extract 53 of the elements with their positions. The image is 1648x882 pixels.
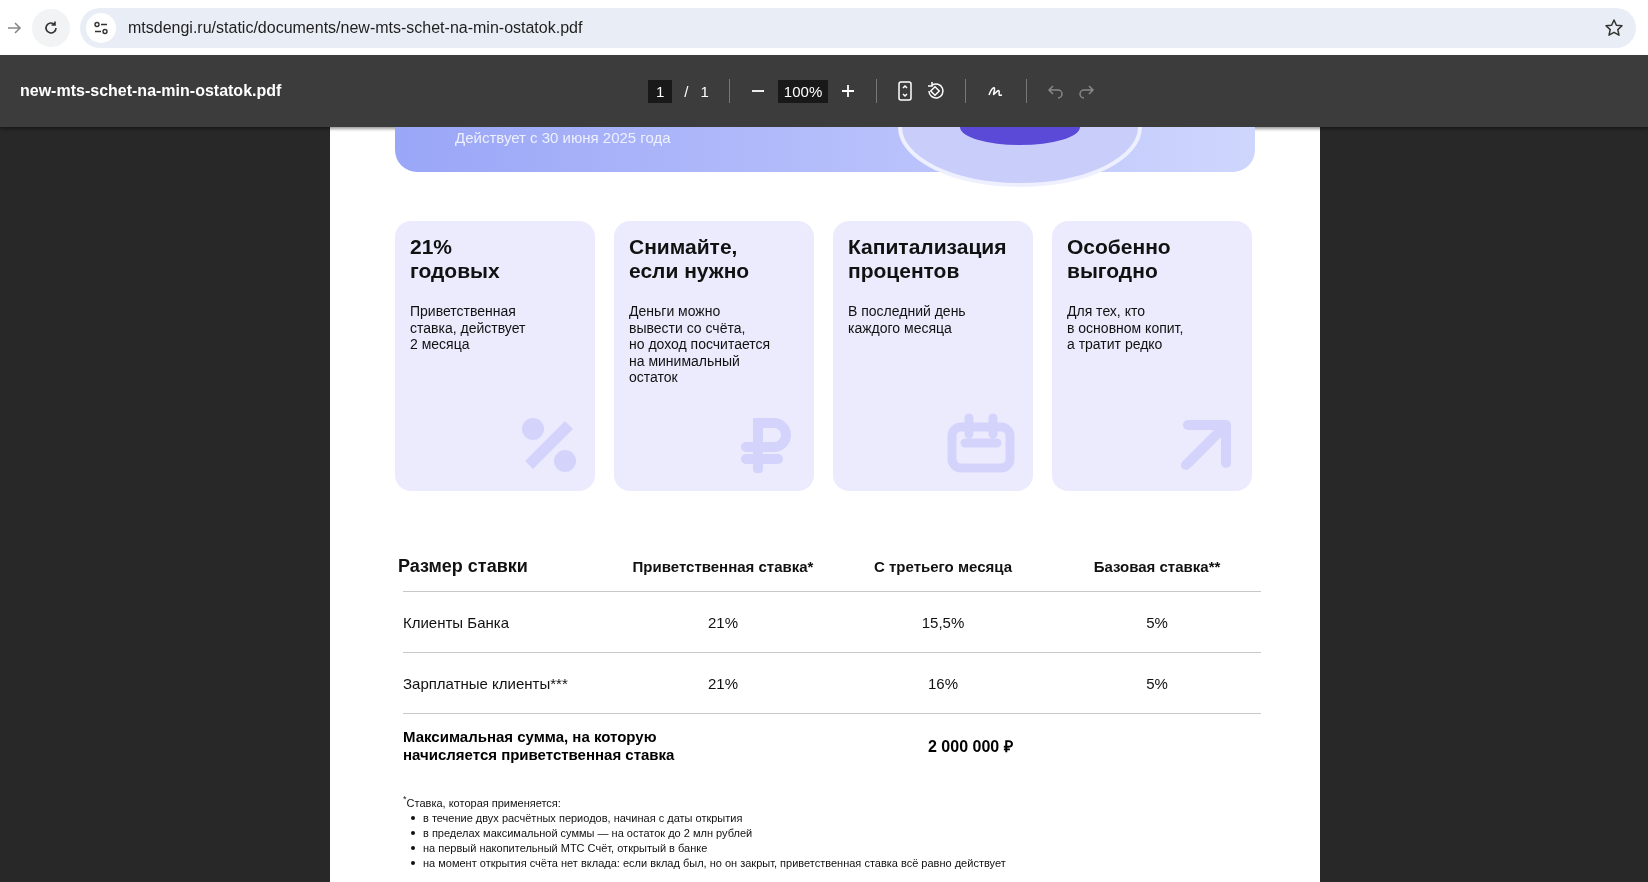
footnote-item: в течение двух расчётных периодов, начиная с даты открытия [423, 810, 743, 826]
arrow-up-right-icon [1178, 417, 1234, 473]
fit-page-icon[interactable] [897, 81, 914, 101]
page-number-field[interactable]: 1 [648, 79, 673, 103]
column-header: Базовая ставка** [1092, 557, 1222, 575]
table-cell-text: Зарплатные клиенты*** [403, 674, 569, 692]
reload-button[interactable] [32, 8, 70, 47]
table-cell-text: 5% [1145, 613, 1169, 631]
bullet-icon [411, 861, 415, 866]
max-sum-label: Максимальная сумма, на которую начисляется приветственная ставка [403, 728, 676, 764]
column-header: Размер ставки [398, 555, 529, 577]
document-title: new-mts-schet-na-min-ostatok.pdf [20, 82, 282, 100]
back-arrow-icon[interactable] [6, 19, 22, 36]
reload-icon [43, 19, 59, 36]
column-header: Приветственная ставка* [631, 557, 815, 575]
footnote-item: на момент открытия счёта нет вклада: если вклад был, но он закрыт, приветственная ставка всё равно действует [423, 855, 1006, 871]
zoom-in-icon[interactable] [840, 83, 857, 99]
redo-icon[interactable] [1077, 82, 1096, 100]
card-title: 21% годовых [410, 235, 501, 284]
table-cell-text: Клиенты Банка [403, 613, 511, 631]
footnote-item: в пределах максимальной суммы — на остаток до 2 млн рублей [423, 825, 753, 841]
table-cell-text: 21% [707, 613, 739, 631]
column-header: С третьего месяца [873, 557, 1013, 575]
url-text: mtsdengi.ru/static/documents/new-mts-schet-na-min-ostatok.pdf [128, 18, 584, 37]
bookmark-star-icon[interactable] [1604, 17, 1624, 38]
table-cell-text: 21% [707, 674, 739, 692]
card-title: Снимайте, если нужно [629, 235, 751, 284]
page-count: 1 [700, 82, 709, 100]
zoom-field[interactable]: 100% [777, 79, 829, 103]
table-cell-text: 5% [1145, 674, 1169, 692]
footnote-title: $^{*}$Ставка, которая применяется: [403, 793, 562, 811]
bullet-icon [411, 846, 415, 851]
page-separator: / [684, 82, 689, 100]
percent-icon [521, 417, 577, 473]
table-cell-text: 15,5% [920, 613, 966, 631]
footnote-item: на первый накопительный МТС Счёт, открытый в банке [423, 840, 708, 856]
bullet-icon [411, 816, 415, 821]
card-text: Для тех, кто в основном копит, а тратит редко [1067, 303, 1185, 353]
card-title: Капитализация процентов [848, 235, 1008, 284]
card-text: В последний день каждого месяца [848, 303, 967, 337]
banner-subtitle: Действует с 30 июня 2025 года [455, 129, 671, 146]
address-bar[interactable]: mtsdengi.ru/static/documents/new-mts-schet-na-min-ostatok.pdf [80, 7, 1636, 48]
max-sum-value: 2 000 000 ₽ [928, 737, 1014, 757]
card-text: Приветственная ставка, действует 2 месяца [410, 303, 527, 353]
bullet-icon [411, 831, 415, 836]
card-title: Особенно выгодно [1067, 235, 1172, 284]
calendar-icon [947, 413, 1015, 473]
rotate-icon[interactable] [925, 81, 946, 101]
card-text: Деньги можно вывести со счёта, но доход посчитается на минимальный остаток [629, 303, 772, 386]
sliders-icon [93, 19, 109, 36]
table-cell-text: 16% [927, 674, 959, 692]
undo-icon[interactable] [1047, 82, 1066, 100]
site-info-button[interactable] [86, 12, 116, 43]
